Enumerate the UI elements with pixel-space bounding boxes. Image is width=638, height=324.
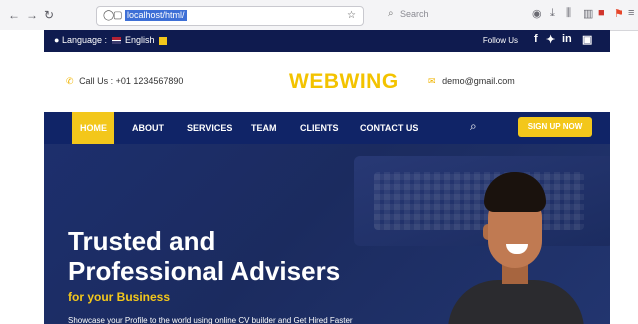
site-header: ✆ Call Us : +01 1234567890 WEBWING ✉ dem… bbox=[44, 52, 610, 112]
page-margin bbox=[0, 30, 44, 324]
twitter-icon[interactable]: ✦ bbox=[546, 33, 555, 46]
dropdown-icon[interactable] bbox=[159, 36, 168, 45]
nav-clients[interactable]: CLIENTS bbox=[300, 123, 339, 133]
browser-toolbar: ← → ↻ ◯ ▢ localhost/html/ ☆ ⌕ Search ◉ ⤓… bbox=[0, 0, 638, 31]
main-nav: HOME ABOUT SERVICES TEAM CLIENTS CONTACT… bbox=[44, 112, 610, 144]
phone-icon: ✆ bbox=[66, 76, 74, 86]
pocket-icon[interactable]: ◉ bbox=[532, 7, 542, 20]
globe-icon: ● bbox=[54, 35, 60, 45]
person-hair bbox=[484, 172, 546, 212]
nav-contact[interactable]: CONTACT US bbox=[360, 123, 418, 133]
browser-search[interactable]: ⌕ Search bbox=[388, 6, 498, 24]
search-placeholder: Search bbox=[400, 9, 429, 19]
address-bar[interactable]: ◯ ▢ localhost/html/ ☆ bbox=[96, 6, 364, 26]
language-selector[interactable]: ● Language : English bbox=[54, 35, 168, 45]
extension-icon[interactable]: ■ bbox=[598, 7, 605, 19]
email-info: ✉ demo@gmail.com bbox=[428, 76, 515, 87]
downloads-icon[interactable]: ⤓ bbox=[550, 7, 555, 20]
sidebar-icon[interactable]: ▥ bbox=[583, 7, 593, 20]
back-icon[interactable]: ← bbox=[8, 8, 20, 22]
call-text: Call Us : +01 1234567890 bbox=[79, 76, 184, 86]
menu-icon[interactable]: ≡ bbox=[628, 7, 634, 19]
language-value: English bbox=[125, 35, 155, 45]
nav-home[interactable]: HOME bbox=[80, 123, 107, 133]
mail-icon: ✉ bbox=[428, 76, 436, 86]
instagram-icon[interactable]: ▣ bbox=[582, 33, 592, 46]
signup-button[interactable]: SIGN UP NOW bbox=[518, 117, 592, 137]
facebook-icon[interactable]: f bbox=[534, 33, 538, 45]
nav-services[interactable]: SERVICES bbox=[187, 123, 232, 133]
hero-subtitle: for your Business bbox=[68, 290, 171, 304]
nav-about[interactable]: ABOUT bbox=[132, 123, 164, 133]
person-shirt bbox=[448, 280, 584, 324]
top-bar: ● Language : English Follow Us f ✦ in ▣ bbox=[44, 30, 610, 52]
extension-flag-icon[interactable]: ⚑ bbox=[614, 7, 624, 20]
language-label: Language : bbox=[61, 35, 107, 45]
library-icon[interactable]: ⫼ bbox=[566, 7, 571, 20]
search-icon: ⌕ bbox=[388, 8, 394, 19]
nav-team[interactable]: TEAM bbox=[251, 123, 277, 133]
hero-title-line2: Professional Advisers bbox=[68, 256, 341, 286]
page-icon: ▢ bbox=[113, 10, 123, 21]
brand-logo[interactable]: WEBWING bbox=[289, 70, 399, 94]
us-flag-icon bbox=[111, 37, 121, 45]
forward-icon[interactable]: → bbox=[26, 8, 38, 22]
hero-title-line1: Trusted and bbox=[68, 226, 216, 256]
email-text[interactable]: demo@gmail.com bbox=[442, 76, 515, 86]
hero-banner: Trusted and Professional Advisers for yo… bbox=[44, 144, 610, 324]
reload-icon[interactable]: ↻ bbox=[44, 8, 54, 22]
call-info: ✆ Call Us : +01 1234567890 bbox=[66, 76, 183, 87]
hero-description: Showcase your Profile to the world using… bbox=[68, 316, 353, 324]
url-text[interactable]: localhost/html/ bbox=[125, 10, 187, 21]
bookmark-star-icon[interactable]: ☆ bbox=[347, 10, 356, 21]
follow-label: Follow Us bbox=[482, 36, 518, 45]
linkedin-icon[interactable]: in bbox=[562, 33, 572, 45]
hero-person-image bbox=[436, 172, 596, 324]
